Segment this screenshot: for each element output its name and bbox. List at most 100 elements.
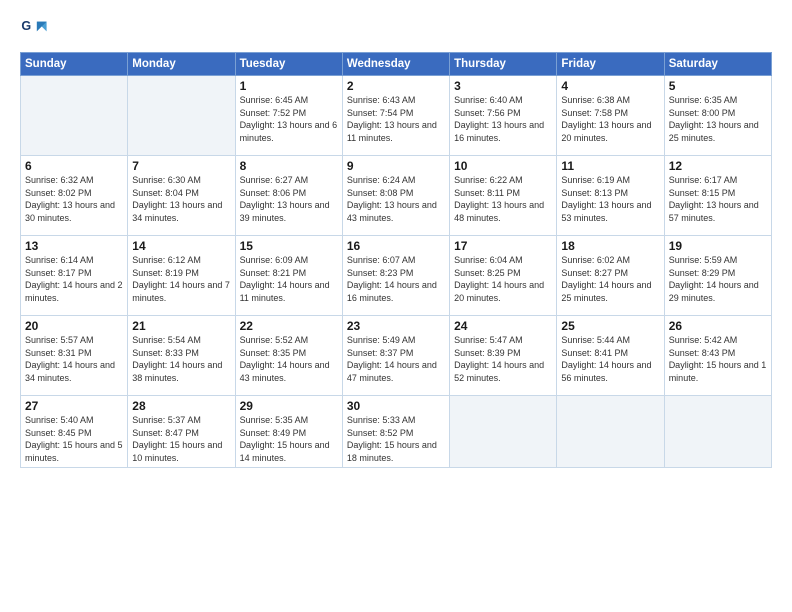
calendar-week-1: 1Sunrise: 6:45 AM Sunset: 7:52 PM Daylig… bbox=[21, 76, 772, 156]
day-info: Sunrise: 5:49 AM Sunset: 8:37 PM Dayligh… bbox=[347, 334, 445, 384]
calendar-cell: 22Sunrise: 5:52 AM Sunset: 8:35 PM Dayli… bbox=[235, 316, 342, 396]
day-info: Sunrise: 5:44 AM Sunset: 8:41 PM Dayligh… bbox=[561, 334, 659, 384]
calendar-cell: 10Sunrise: 6:22 AM Sunset: 8:11 PM Dayli… bbox=[450, 156, 557, 236]
day-info: Sunrise: 6:19 AM Sunset: 8:13 PM Dayligh… bbox=[561, 174, 659, 224]
day-info: Sunrise: 6:17 AM Sunset: 8:15 PM Dayligh… bbox=[669, 174, 767, 224]
weekday-header-wednesday: Wednesday bbox=[342, 53, 449, 76]
calendar-cell: 20Sunrise: 5:57 AM Sunset: 8:31 PM Dayli… bbox=[21, 316, 128, 396]
day-info: Sunrise: 5:37 AM Sunset: 8:47 PM Dayligh… bbox=[132, 414, 230, 464]
calendar: SundayMondayTuesdayWednesdayThursdayFrid… bbox=[20, 52, 772, 468]
day-number: 2 bbox=[347, 79, 445, 93]
calendar-cell bbox=[450, 396, 557, 468]
day-number: 20 bbox=[25, 319, 123, 333]
day-number: 18 bbox=[561, 239, 659, 253]
day-info: Sunrise: 5:42 AM Sunset: 8:43 PM Dayligh… bbox=[669, 334, 767, 384]
calendar-cell: 3Sunrise: 6:40 AM Sunset: 7:56 PM Daylig… bbox=[450, 76, 557, 156]
calendar-cell: 25Sunrise: 5:44 AM Sunset: 8:41 PM Dayli… bbox=[557, 316, 664, 396]
day-info: Sunrise: 5:59 AM Sunset: 8:29 PM Dayligh… bbox=[669, 254, 767, 304]
day-number: 7 bbox=[132, 159, 230, 173]
day-info: Sunrise: 6:30 AM Sunset: 8:04 PM Dayligh… bbox=[132, 174, 230, 224]
day-number: 29 bbox=[240, 399, 338, 413]
calendar-cell bbox=[21, 76, 128, 156]
calendar-week-3: 13Sunrise: 6:14 AM Sunset: 8:17 PM Dayli… bbox=[21, 236, 772, 316]
day-info: Sunrise: 6:32 AM Sunset: 8:02 PM Dayligh… bbox=[25, 174, 123, 224]
calendar-cell: 30Sunrise: 5:33 AM Sunset: 8:52 PM Dayli… bbox=[342, 396, 449, 468]
weekday-header-friday: Friday bbox=[557, 53, 664, 76]
day-info: Sunrise: 5:52 AM Sunset: 8:35 PM Dayligh… bbox=[240, 334, 338, 384]
day-number: 6 bbox=[25, 159, 123, 173]
day-info: Sunrise: 6:27 AM Sunset: 8:06 PM Dayligh… bbox=[240, 174, 338, 224]
calendar-cell bbox=[557, 396, 664, 468]
day-number: 19 bbox=[669, 239, 767, 253]
weekday-header-tuesday: Tuesday bbox=[235, 53, 342, 76]
calendar-cell: 4Sunrise: 6:38 AM Sunset: 7:58 PM Daylig… bbox=[557, 76, 664, 156]
calendar-cell: 6Sunrise: 6:32 AM Sunset: 8:02 PM Daylig… bbox=[21, 156, 128, 236]
day-info: Sunrise: 6:43 AM Sunset: 7:54 PM Dayligh… bbox=[347, 94, 445, 144]
calendar-cell: 7Sunrise: 6:30 AM Sunset: 8:04 PM Daylig… bbox=[128, 156, 235, 236]
weekday-header-monday: Monday bbox=[128, 53, 235, 76]
weekday-header-sunday: Sunday bbox=[21, 53, 128, 76]
calendar-cell: 27Sunrise: 5:40 AM Sunset: 8:45 PM Dayli… bbox=[21, 396, 128, 468]
page: G SundayMondayTuesdayWednesdayThursdayFr… bbox=[0, 0, 792, 612]
day-number: 11 bbox=[561, 159, 659, 173]
day-number: 4 bbox=[561, 79, 659, 93]
day-number: 15 bbox=[240, 239, 338, 253]
day-info: Sunrise: 5:33 AM Sunset: 8:52 PM Dayligh… bbox=[347, 414, 445, 464]
day-number: 12 bbox=[669, 159, 767, 173]
calendar-cell: 11Sunrise: 6:19 AM Sunset: 8:13 PM Dayli… bbox=[557, 156, 664, 236]
day-number: 10 bbox=[454, 159, 552, 173]
day-info: Sunrise: 6:09 AM Sunset: 8:21 PM Dayligh… bbox=[240, 254, 338, 304]
calendar-cell: 2Sunrise: 6:43 AM Sunset: 7:54 PM Daylig… bbox=[342, 76, 449, 156]
day-info: Sunrise: 6:07 AM Sunset: 8:23 PM Dayligh… bbox=[347, 254, 445, 304]
day-number: 30 bbox=[347, 399, 445, 413]
logo-icon: G bbox=[20, 16, 48, 44]
calendar-cell: 28Sunrise: 5:37 AM Sunset: 8:47 PM Dayli… bbox=[128, 396, 235, 468]
calendar-cell: 26Sunrise: 5:42 AM Sunset: 8:43 PM Dayli… bbox=[664, 316, 771, 396]
calendar-cell: 16Sunrise: 6:07 AM Sunset: 8:23 PM Dayli… bbox=[342, 236, 449, 316]
logo: G bbox=[20, 16, 50, 44]
day-info: Sunrise: 6:22 AM Sunset: 8:11 PM Dayligh… bbox=[454, 174, 552, 224]
calendar-cell bbox=[128, 76, 235, 156]
day-number: 24 bbox=[454, 319, 552, 333]
day-info: Sunrise: 5:57 AM Sunset: 8:31 PM Dayligh… bbox=[25, 334, 123, 384]
day-number: 26 bbox=[669, 319, 767, 333]
day-info: Sunrise: 6:35 AM Sunset: 8:00 PM Dayligh… bbox=[669, 94, 767, 144]
calendar-cell: 8Sunrise: 6:27 AM Sunset: 8:06 PM Daylig… bbox=[235, 156, 342, 236]
day-info: Sunrise: 5:47 AM Sunset: 8:39 PM Dayligh… bbox=[454, 334, 552, 384]
day-number: 22 bbox=[240, 319, 338, 333]
calendar-cell: 24Sunrise: 5:47 AM Sunset: 8:39 PM Dayli… bbox=[450, 316, 557, 396]
svg-text:G: G bbox=[21, 19, 31, 33]
calendar-cell: 17Sunrise: 6:04 AM Sunset: 8:25 PM Dayli… bbox=[450, 236, 557, 316]
day-number: 23 bbox=[347, 319, 445, 333]
day-info: Sunrise: 6:02 AM Sunset: 8:27 PM Dayligh… bbox=[561, 254, 659, 304]
day-info: Sunrise: 6:24 AM Sunset: 8:08 PM Dayligh… bbox=[347, 174, 445, 224]
day-number: 5 bbox=[669, 79, 767, 93]
day-number: 28 bbox=[132, 399, 230, 413]
calendar-cell: 21Sunrise: 5:54 AM Sunset: 8:33 PM Dayli… bbox=[128, 316, 235, 396]
calendar-week-2: 6Sunrise: 6:32 AM Sunset: 8:02 PM Daylig… bbox=[21, 156, 772, 236]
calendar-cell: 1Sunrise: 6:45 AM Sunset: 7:52 PM Daylig… bbox=[235, 76, 342, 156]
calendar-cell: 9Sunrise: 6:24 AM Sunset: 8:08 PM Daylig… bbox=[342, 156, 449, 236]
day-info: Sunrise: 6:40 AM Sunset: 7:56 PM Dayligh… bbox=[454, 94, 552, 144]
calendar-cell: 5Sunrise: 6:35 AM Sunset: 8:00 PM Daylig… bbox=[664, 76, 771, 156]
day-number: 9 bbox=[347, 159, 445, 173]
day-number: 21 bbox=[132, 319, 230, 333]
day-number: 16 bbox=[347, 239, 445, 253]
weekday-header-thursday: Thursday bbox=[450, 53, 557, 76]
day-number: 3 bbox=[454, 79, 552, 93]
day-info: Sunrise: 6:14 AM Sunset: 8:17 PM Dayligh… bbox=[25, 254, 123, 304]
calendar-cell: 29Sunrise: 5:35 AM Sunset: 8:49 PM Dayli… bbox=[235, 396, 342, 468]
day-info: Sunrise: 6:38 AM Sunset: 7:58 PM Dayligh… bbox=[561, 94, 659, 144]
calendar-cell: 15Sunrise: 6:09 AM Sunset: 8:21 PM Dayli… bbox=[235, 236, 342, 316]
day-number: 8 bbox=[240, 159, 338, 173]
day-info: Sunrise: 5:35 AM Sunset: 8:49 PM Dayligh… bbox=[240, 414, 338, 464]
calendar-cell: 13Sunrise: 6:14 AM Sunset: 8:17 PM Dayli… bbox=[21, 236, 128, 316]
day-number: 1 bbox=[240, 79, 338, 93]
day-number: 13 bbox=[25, 239, 123, 253]
day-info: Sunrise: 5:40 AM Sunset: 8:45 PM Dayligh… bbox=[25, 414, 123, 464]
calendar-cell: 19Sunrise: 5:59 AM Sunset: 8:29 PM Dayli… bbox=[664, 236, 771, 316]
day-number: 17 bbox=[454, 239, 552, 253]
calendar-cell: 14Sunrise: 6:12 AM Sunset: 8:19 PM Dayli… bbox=[128, 236, 235, 316]
day-number: 14 bbox=[132, 239, 230, 253]
day-number: 27 bbox=[25, 399, 123, 413]
